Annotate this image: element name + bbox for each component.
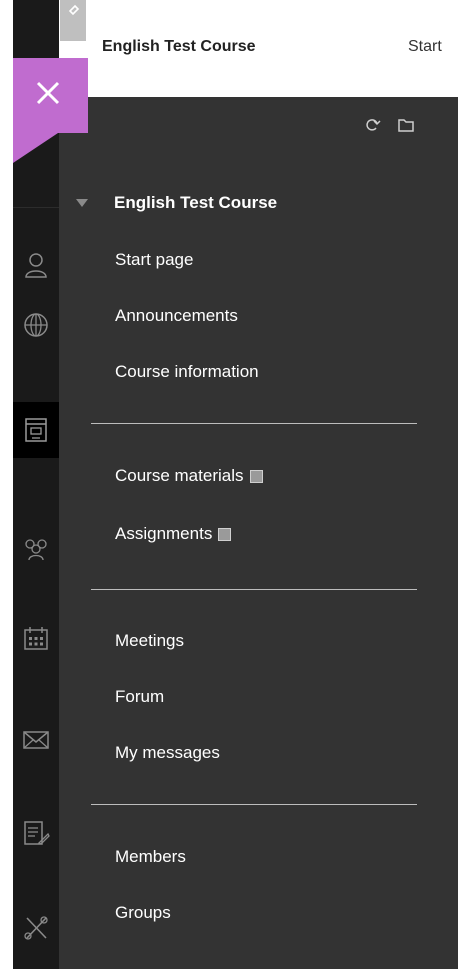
menu-item-label: My messages: [115, 743, 220, 762]
rail-tools[interactable]: [13, 900, 59, 956]
menu-item-label: Meetings: [115, 631, 184, 650]
link-badge[interactable]: [60, 0, 86, 41]
menu-item-start-page[interactable]: Start page: [115, 250, 193, 270]
refresh-button[interactable]: [362, 115, 382, 135]
rail-people[interactable]: [13, 520, 59, 576]
menu-item-label: Members: [115, 847, 186, 866]
user-icon: [25, 253, 47, 278]
menu-item-announcements[interactable]: Announcements: [115, 306, 238, 326]
menu-item-label: Course materials: [115, 466, 244, 485]
rail-globe[interactable]: [13, 297, 59, 353]
content-folder-icon: [249, 469, 263, 483]
rail-mail[interactable]: [13, 712, 59, 768]
menu-item-members[interactable]: Members: [115, 847, 186, 867]
rail-profile[interactable]: [13, 237, 59, 293]
menu-divider: [91, 423, 417, 424]
refresh-icon: [366, 119, 381, 131]
menu-item-meetings[interactable]: Meetings: [115, 631, 184, 651]
left-strip: [0, 0, 13, 969]
rail-divider: [13, 207, 59, 208]
folder-icon: [398, 119, 414, 132]
mail-icon: [23, 731, 49, 749]
menu-item-label: Forum: [115, 687, 165, 706]
menu-item-assignments[interactable]: Assignments: [115, 524, 232, 544]
course-menu-root[interactable]: English Test Course: [76, 193, 277, 213]
menu-item-label: Announcements: [115, 306, 238, 325]
menu-divider: [91, 804, 417, 805]
close-menu-button[interactable]: [13, 58, 88, 133]
people-icon: [25, 539, 47, 561]
tools-icon: [24, 916, 48, 940]
menu-item-groups[interactable]: Groups: [115, 903, 171, 923]
close-button-tail: [13, 133, 58, 163]
menu-item-forum[interactable]: Forum: [115, 687, 164, 707]
panel-tools: [362, 115, 416, 135]
course-menu-root-label: English Test Course: [114, 193, 278, 212]
close-icon: [36, 81, 60, 105]
caret-down-icon[interactable]: [76, 199, 88, 207]
content-folder-icon: [218, 527, 232, 541]
menu-item-my-messages[interactable]: My messages: [115, 743, 220, 763]
menu-item-label: Course information: [115, 362, 259, 381]
document-edit-icon: [24, 821, 50, 845]
menu-item-label: Groups: [115, 903, 171, 922]
header-course-title[interactable]: English Test Course: [102, 38, 256, 56]
link-icon: [68, 4, 80, 16]
menu-item-course-information[interactable]: Course information: [115, 362, 259, 382]
rail-document[interactable]: [13, 805, 59, 861]
rail-calendar[interactable]: [13, 610, 59, 666]
course-icon: [25, 418, 47, 442]
header-breadcrumb-start[interactable]: Start: [408, 38, 442, 56]
menu-item-label: Assignments: [115, 524, 213, 543]
menu-item-label: Start page: [115, 250, 194, 269]
rail-course[interactable]: [13, 402, 59, 458]
globe-icon: [24, 313, 48, 337]
folder-button[interactable]: [396, 115, 416, 135]
menu-divider: [91, 589, 417, 590]
calendar-icon: [24, 627, 48, 650]
menu-item-course-materials[interactable]: Course materials: [115, 466, 263, 486]
